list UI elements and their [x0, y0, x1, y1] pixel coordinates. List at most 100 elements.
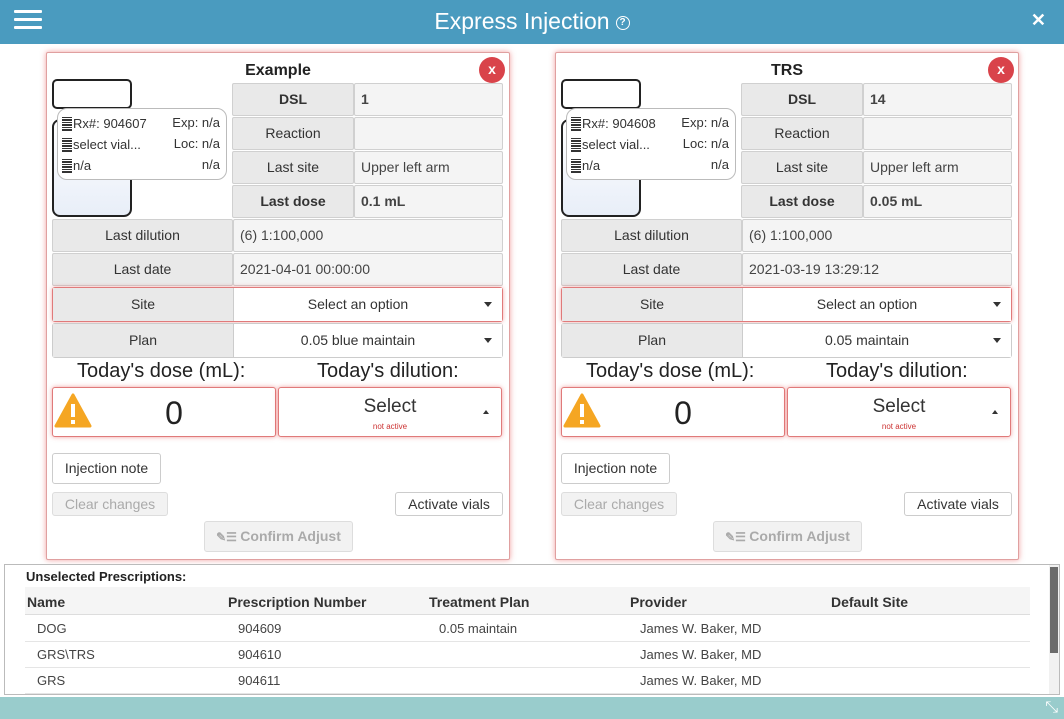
- vial-select: select vial...: [73, 137, 141, 152]
- vial-label[interactable]: Rx#: 904607 Exp: n/a select vial... Loc: n…: [57, 108, 227, 180]
- todays-dose-label: Today's dose (mL):: [586, 360, 755, 382]
- chevron-down-icon[interactable]: [484, 338, 492, 343]
- last-site-value: Upper left arm: [354, 151, 503, 184]
- cell-plan: 0.05 maintain: [439, 621, 518, 636]
- site-select[interactable]: Select an option: [234, 288, 502, 321]
- remove-button[interactable]: x: [988, 57, 1014, 83]
- column-header-provider[interactable]: Provider: [630, 594, 687, 610]
- todays-dilution-label: Today's dilution:: [317, 360, 459, 382]
- dsl-label: DSL: [232, 83, 354, 116]
- vial-loc: Loc: n/a: [682, 136, 729, 151]
- dose-value: 0: [674, 395, 692, 431]
- last-dose-label: Last dose: [232, 185, 354, 218]
- plan-row: Plan 0.05 blue maintain: [52, 323, 503, 358]
- dsl-value: 1: [354, 83, 503, 116]
- remove-button[interactable]: x: [479, 57, 505, 83]
- dilution-select[interactable]: Select not active: [278, 387, 502, 437]
- injection-note-button[interactable]: Injection note: [561, 453, 670, 484]
- confirm-adjust-button[interactable]: ✎☰ Confirm Adjust: [204, 521, 353, 552]
- dose-input[interactable]: 0: [561, 387, 785, 437]
- confirm-adjust-button[interactable]: ✎☰ Confirm Adjust: [713, 521, 862, 552]
- cell-provider: James W. Baker, MD: [640, 621, 762, 636]
- site-row: Site Select an option: [561, 287, 1012, 322]
- table-row[interactable]: GRS\TRS 904610 James W. Baker, MD: [25, 642, 1030, 668]
- cell-provider: James W. Baker, MD: [640, 647, 762, 662]
- vial-rx: Rx#: 904608: [582, 116, 656, 131]
- column-header-default-site[interactable]: Default Site: [831, 594, 908, 610]
- vial-line3-left: n/a: [582, 158, 601, 173]
- vial-loc: Loc: n/a: [173, 136, 220, 151]
- unselected-title: Unselected Prescriptions:: [26, 569, 187, 584]
- clear-changes-button[interactable]: Clear changes: [52, 492, 168, 516]
- status-bar: ⤡: [0, 697, 1064, 719]
- vial-line3-right: n/a: [201, 157, 220, 172]
- site-label: Site: [53, 288, 234, 321]
- dose-input[interactable]: 0: [52, 387, 276, 437]
- site-label: Site: [562, 288, 743, 321]
- barcode-icon: [571, 158, 581, 173]
- resize-icon[interactable]: ⤡: [1045, 699, 1058, 717]
- barcode-icon: [571, 137, 581, 152]
- chevron-up-icon[interactable]: [992, 410, 998, 414]
- last-date-label: Last date: [52, 253, 233, 286]
- column-header-prescription-number[interactable]: Prescription Number: [228, 594, 366, 610]
- last-site-label: Last site: [232, 151, 354, 184]
- dilution-status: not active: [881, 422, 917, 431]
- last-dilution-label: Last dilution: [52, 219, 233, 252]
- last-dilution-value: (6) 1:100,000: [742, 219, 1012, 252]
- syringe-icon: ✎☰: [725, 530, 750, 544]
- dsl-label: DSL: [741, 83, 863, 116]
- table-row[interactable]: DOG 904609 0.05 maintain James W. Baker,…: [25, 616, 1030, 642]
- table-row[interactable]: GRS 904611 James W. Baker, MD: [25, 668, 1030, 694]
- plan-select[interactable]: 0.05 maintain: [743, 324, 1011, 357]
- chevron-down-icon[interactable]: [993, 302, 1001, 307]
- last-site-value: Upper left arm: [863, 151, 1012, 184]
- last-dose-value: 0.05 mL: [863, 185, 1012, 218]
- syringe-icon: ✎☰: [216, 530, 241, 544]
- todays-dilution-label: Today's dilution:: [826, 360, 968, 382]
- panel-title: TRS: [771, 62, 803, 79]
- vial-label[interactable]: Rx#: 904608 Exp: n/a select vial... Loc: n…: [566, 108, 736, 180]
- panel-title: Example: [245, 62, 311, 79]
- last-date-label: Last date: [561, 253, 742, 286]
- last-dose-value: 0.1 mL: [354, 185, 503, 218]
- scrollbar[interactable]: [1049, 565, 1059, 694]
- injection-note-button[interactable]: Injection note: [52, 453, 161, 484]
- cell-number: 904609: [238, 621, 282, 636]
- cell-name: GRS: [37, 673, 66, 688]
- scrollbar-thumb[interactable]: [1050, 567, 1058, 653]
- last-date-value: 2021-04-01 00:00:00: [233, 253, 503, 286]
- vial-select: select vial...: [582, 137, 650, 152]
- dilution-status: not active: [372, 422, 408, 431]
- vial-exp: Exp: n/a: [172, 115, 220, 130]
- last-date-value: 2021-03-19 13:29:12: [742, 253, 1012, 286]
- chevron-down-icon[interactable]: [993, 338, 1001, 343]
- column-header-name[interactable]: Name: [27, 594, 65, 610]
- chevron-down-icon[interactable]: [484, 302, 492, 307]
- cell-number: 904610: [238, 647, 282, 662]
- dilution-select[interactable]: Select not active: [787, 387, 1011, 437]
- cell-provider: James W. Baker, MD: [640, 673, 762, 688]
- close-icon[interactable]: ✕: [1031, 10, 1046, 31]
- plan-label: Plan: [53, 324, 234, 357]
- vial-rx: Rx#: 904607: [73, 116, 147, 131]
- site-select[interactable]: Select an option: [743, 288, 1011, 321]
- dose-value: 0: [165, 395, 183, 431]
- column-header-treatment-plan[interactable]: Treatment Plan: [429, 594, 529, 610]
- vial-line3-right: n/a: [710, 157, 729, 172]
- barcode-icon: [62, 158, 72, 173]
- barcode-icon: [62, 116, 72, 131]
- help-icon[interactable]: ?: [615, 15, 630, 30]
- chevron-up-icon[interactable]: [483, 410, 489, 414]
- clear-changes-button[interactable]: Clear changes: [561, 492, 677, 516]
- cell-name: DOG: [37, 621, 67, 636]
- dilution-value: Select: [872, 396, 926, 417]
- barcode-icon: [62, 137, 72, 152]
- last-dilution-value: (6) 1:100,000: [233, 219, 503, 252]
- activate-vials-button[interactable]: Activate vials: [904, 492, 1012, 516]
- activate-vials-button[interactable]: Activate vials: [395, 492, 503, 516]
- reaction-label: Reaction: [232, 117, 354, 150]
- dilution-value: Select: [363, 396, 417, 417]
- plan-select[interactable]: 0.05 blue maintain: [234, 324, 502, 357]
- plan-label: Plan: [562, 324, 743, 357]
